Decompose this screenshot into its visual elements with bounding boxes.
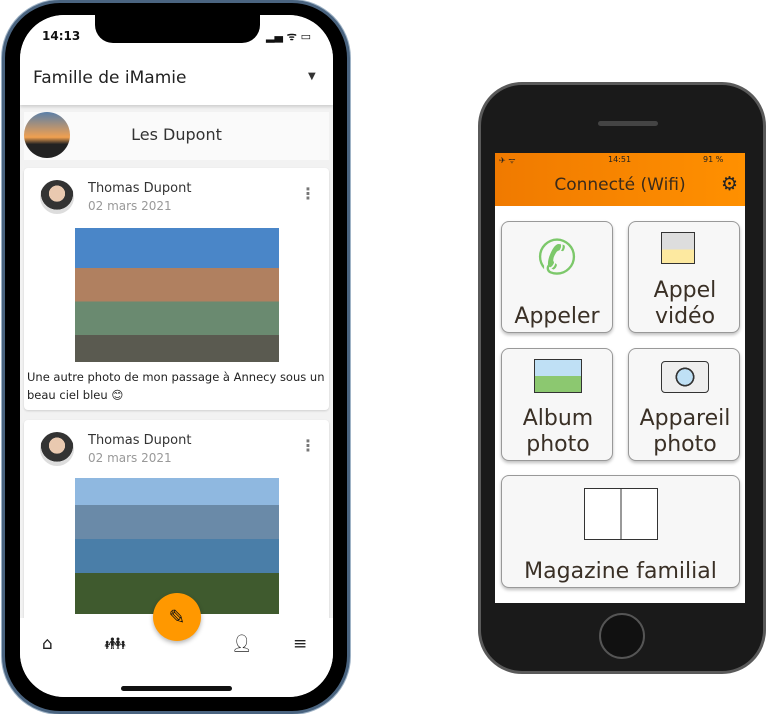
status-icons: ▂▄ ᯤ ▭ (266, 30, 312, 43)
family-selector[interactable]: Famille de iMamie (33, 68, 186, 88)
airplane-wifi-icon: ✈ ᯤ (499, 156, 516, 165)
author-avatar (40, 180, 74, 214)
right-phone-screen: ✈ ᯤ 14:51 91 % Connecté (Wifi) ⚙ ✆ Appel… (495, 153, 745, 603)
call-tile[interactable]: ✆ Appeler (501, 221, 613, 333)
home-indicator (121, 686, 232, 691)
tile-label: Album photo (522, 406, 594, 457)
magazine-tile[interactable]: Magazine familial (501, 475, 740, 588)
magazine-icon (584, 488, 658, 540)
family-icon[interactable]: 👪︎ (104, 634, 126, 654)
tile-label: Appeler (514, 304, 600, 329)
speaker (598, 121, 658, 126)
settings-icon[interactable]: ⚙ (721, 173, 738, 195)
group-row[interactable]: Les Dupont (24, 112, 329, 160)
person-icon[interactable]: 👤︎ (231, 634, 253, 654)
notch (95, 15, 260, 43)
author-name: Thomas Dupont (88, 181, 192, 196)
status-time: 14:13 (42, 29, 81, 43)
home-button[interactable] (599, 613, 645, 659)
album-tile[interactable]: Album photo (501, 348, 613, 461)
left-phone-screen: 14:13 ▂▄ ᯤ ▭ Famille de iMamie ▼ Les Dup… (20, 15, 333, 697)
compose-button[interactable]: ✎ (153, 593, 201, 641)
tile-label: Magazine familial (524, 559, 717, 584)
tile-label: Appel vidéo (653, 278, 717, 329)
video-call-icon (661, 232, 695, 264)
author-name: Thomas Dupont (88, 433, 192, 448)
edit-icon: ✎ (168, 605, 186, 629)
status-time: 14:51 (608, 155, 632, 164)
menu-icon[interactable]: ≡ (293, 634, 307, 654)
tile-label: Appareil photo (639, 406, 731, 457)
phone-icon: ✆ (536, 230, 578, 286)
post-caption: Une autre photo de mon passage à Annecy … (27, 370, 325, 402)
group-name: Les Dupont (131, 125, 222, 144)
post-date: 02 mars 2021 (88, 451, 172, 465)
battery-level: 91 % (703, 155, 724, 164)
camera-tile[interactable]: Appareil photo (628, 348, 740, 461)
camera-icon (661, 361, 709, 393)
author-avatar (40, 432, 74, 466)
dropdown-arrow-icon[interactable]: ▼ (308, 71, 316, 82)
post-photo[interactable] (75, 228, 279, 362)
home-icon[interactable]: ⌂ (42, 634, 53, 654)
post-date: 02 mars 2021 (88, 199, 172, 213)
more-options-icon[interactable]: ⋮ (300, 184, 316, 203)
connection-status: Connecté (Wifi) (554, 175, 686, 195)
post-card: Thomas Dupont 02 mars 2021 ⋮ Une autre p… (24, 168, 329, 410)
more-options-icon[interactable]: ⋮ (300, 436, 316, 455)
video-call-tile[interactable]: Appel vidéo (628, 221, 740, 333)
photo-album-icon (534, 359, 582, 393)
